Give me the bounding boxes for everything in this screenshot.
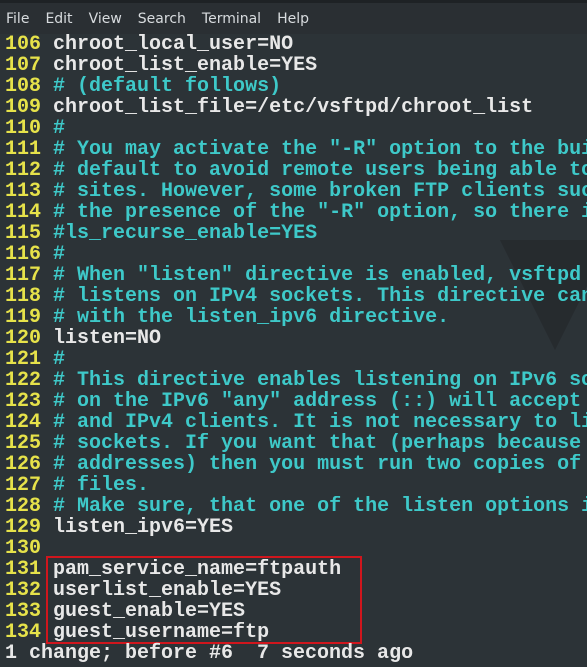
editor-line[interactable]: 110 # bbox=[0, 118, 587, 139]
line-number: 131 bbox=[5, 559, 42, 580]
line-number: 120 bbox=[5, 328, 42, 349]
editor-line[interactable]: 106 chroot_local_user=NO bbox=[0, 34, 587, 55]
line-number: 119 bbox=[5, 307, 42, 328]
editor-line[interactable]: 111 # You may activate the "-R" option t… bbox=[0, 139, 587, 160]
vim-editor[interactable]: 106 chroot_local_user=NO 107 chroot_list_… bbox=[0, 34, 587, 643]
line-number: 130 bbox=[5, 538, 42, 559]
comment-text: #ls_recurse_enable=YES bbox=[53, 223, 318, 244]
editor-line[interactable]: 117 # When "listen" directive is enabled… bbox=[0, 265, 587, 286]
editor-line[interactable]: 122 # This directive enables listening o… bbox=[0, 370, 587, 391]
editor-line[interactable]: 112 # default to avoid remote users bein… bbox=[0, 160, 587, 181]
line-number: 113 bbox=[5, 181, 42, 202]
editor-line[interactable]: 128 # Make sure, that one of the listen … bbox=[0, 496, 587, 517]
line-number: 106 bbox=[5, 34, 42, 55]
line-number: 107 bbox=[5, 55, 42, 76]
line-number: 124 bbox=[5, 412, 42, 433]
line-number: 132 bbox=[5, 580, 42, 601]
config-text: listen_ipv6=YES bbox=[53, 517, 234, 538]
line-number: 121 bbox=[5, 349, 42, 370]
menu-search[interactable]: Search bbox=[138, 11, 186, 27]
editor-line[interactable]: 108 # (default follows) bbox=[0, 76, 587, 97]
line-number: 115 bbox=[5, 223, 42, 244]
line-number: 125 bbox=[5, 433, 42, 454]
comment-text: # bbox=[53, 349, 66, 370]
editor-line[interactable]: 125 # sockets. If you want that (perhaps… bbox=[0, 433, 587, 454]
line-number: 112 bbox=[5, 160, 42, 181]
comment-text: # You may activate the "-R" option to th… bbox=[53, 139, 587, 160]
comment-text: # When "listen" directive is enabled, vs… bbox=[53, 265, 582, 286]
comment-text: # on the IPv6 "any" address (::) will ac… bbox=[53, 391, 582, 412]
comment-text: # Make sure, that one of the listen opti… bbox=[53, 496, 587, 517]
comment-text: # the presence of the "-R" option, so th… bbox=[53, 202, 587, 223]
editor-line[interactable]: 121 # bbox=[0, 349, 587, 370]
line-number: 122 bbox=[5, 370, 42, 391]
line-number: 111 bbox=[5, 139, 42, 160]
config-text: chroot_local_user=NO bbox=[53, 34, 294, 55]
editor-line[interactable]: 115 #ls_recurse_enable=YES bbox=[0, 223, 587, 244]
line-number: 114 bbox=[5, 202, 42, 223]
line-number: 128 bbox=[5, 496, 42, 517]
comment-text: # and IPv4 clients. It is not necessary … bbox=[53, 412, 587, 433]
editor-line[interactable]: 109 chroot_list_file=/etc/vsftpd/chroot_… bbox=[0, 97, 587, 118]
menu-view[interactable]: View bbox=[89, 11, 122, 27]
editor-line[interactable]: 126 # addresses) then you must run two c… bbox=[0, 454, 587, 475]
comment-text: # files. bbox=[53, 475, 150, 496]
editor-line[interactable]: 120 listen=NO bbox=[0, 328, 587, 349]
menu-help[interactable]: Help bbox=[277, 11, 309, 27]
config-text: chroot_list_enable=YES bbox=[53, 55, 318, 76]
editor-line[interactable]: 129 listen_ipv6=YES bbox=[0, 517, 587, 538]
editor-line[interactable]: 113 # sites. However, some broken FTP cl… bbox=[0, 181, 587, 202]
line-number: 109 bbox=[5, 97, 42, 118]
comment-text: # default to avoid remote users being ab… bbox=[53, 160, 587, 181]
editor-line[interactable]: 127 # files. bbox=[0, 475, 587, 496]
comment-text: # This directive enables listening on IP… bbox=[53, 370, 587, 391]
editor-line[interactable]: 107 chroot_list_enable=YES bbox=[0, 55, 587, 76]
line-number: 126 bbox=[5, 454, 42, 475]
menu-terminal[interactable]: Terminal bbox=[202, 11, 261, 27]
line-number: 123 bbox=[5, 391, 42, 412]
menu-edit[interactable]: Edit bbox=[45, 11, 72, 27]
config-text: listen=NO bbox=[53, 328, 162, 349]
line-number: 116 bbox=[5, 244, 42, 265]
status-line: 1 change; before #6 7 seconds ago bbox=[5, 642, 414, 665]
editor-line[interactable]: 124 # and IPv4 clients. It is not necess… bbox=[0, 412, 587, 433]
editor-line[interactable]: 123 # on the IPv6 "any" address (::) wil… bbox=[0, 391, 587, 412]
comment-text: # sites. However, some broken FTP client… bbox=[53, 181, 587, 202]
line-number: 110 bbox=[5, 118, 42, 139]
comment-text: # addresses) then you must run two copie… bbox=[53, 454, 582, 475]
menu-bar: File Edit View Search Terminal Help bbox=[0, 0, 587, 34]
line-number: 129 bbox=[5, 517, 42, 538]
line-number: 108 bbox=[5, 76, 42, 97]
editor-line[interactable]: 119 # with the listen_ipv6 directive. bbox=[0, 307, 587, 328]
comment-text: # sockets. If you want that (perhaps bec… bbox=[53, 433, 582, 454]
line-number: 118 bbox=[5, 286, 42, 307]
line-number: 117 bbox=[5, 265, 42, 286]
menu-file[interactable]: File bbox=[6, 11, 29, 27]
line-number: 133 bbox=[5, 601, 42, 622]
comment-text: # bbox=[53, 118, 66, 139]
comment-text: # bbox=[53, 244, 66, 265]
highlight-box bbox=[46, 556, 362, 644]
editor-line[interactable]: 114 # the presence of the "-R" option, s… bbox=[0, 202, 587, 223]
line-number: 127 bbox=[5, 475, 42, 496]
editor-line[interactable]: 116 # bbox=[0, 244, 587, 265]
line-number: 134 bbox=[5, 622, 42, 643]
comment-text: # with the listen_ipv6 directive. bbox=[53, 307, 450, 328]
comment-text: # (default follows) bbox=[53, 76, 282, 97]
comment-text: # listens on IPv4 sockets. This directiv… bbox=[53, 286, 587, 307]
editor-line[interactable]: 118 # listens on IPv4 sockets. This dire… bbox=[0, 286, 587, 307]
config-text: chroot_list_file=/etc/vsftpd/chroot_list bbox=[53, 97, 534, 118]
